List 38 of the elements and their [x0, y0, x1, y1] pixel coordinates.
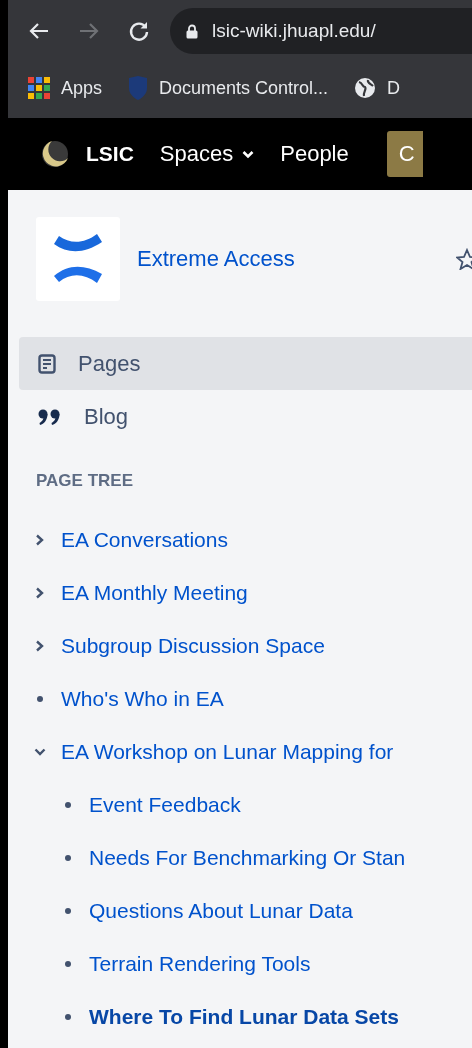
space-logo[interactable]	[36, 217, 120, 301]
apps-grid-icon	[28, 77, 50, 99]
quote-icon	[38, 407, 62, 426]
shield-icon	[128, 76, 149, 100]
page-tree-link[interactable]: Event Feedback	[89, 792, 241, 817]
space-title[interactable]: Extreme Access	[137, 246, 295, 272]
bookmark[interactable]: Apps	[28, 77, 103, 99]
chevron-right-icon[interactable]	[34, 639, 46, 652]
page-tree-link[interactable]: Terrain Rendering Tools	[89, 951, 311, 976]
caret-icon	[242, 149, 255, 159]
moon-logo-icon[interactable]	[40, 139, 70, 169]
chevron-right-icon[interactable]	[34, 586, 46, 599]
back-arrow-icon[interactable]	[28, 21, 50, 41]
page-tree-link[interactable]: Subgroup Discussion Space	[61, 633, 325, 658]
bookmark[interactable]: Documents Control...	[128, 76, 329, 100]
address-bar[interactable]: lsic-wiki.jhuapl.edu/	[170, 8, 472, 54]
page-tree-link[interactable]: Needs For Benchmarking Or Stan	[89, 845, 406, 870]
page-tree-link[interactable]: Questions About Lunar Data	[89, 898, 353, 923]
url-text: lsic-wiki.jhuapl.edu/	[212, 20, 376, 42]
page-tree-link[interactable]: EA Conversations	[61, 527, 228, 552]
brand-name[interactable]: LSIC	[86, 142, 134, 166]
bookmark[interactable]: D	[354, 77, 401, 99]
spaces-menu[interactable]: Spaces	[159, 141, 255, 167]
sidebar-item[interactable]: Pages	[19, 337, 472, 390]
document-icon	[38, 353, 56, 374]
chevron-right-icon[interactable]	[34, 533, 46, 546]
sidebar-item[interactable]: Blog	[19, 390, 472, 443]
page-tree-link[interactable]: EA Monthly Meeting	[61, 580, 248, 605]
page-tree-link[interactable]: EA Workshop on Lunar Mapping for	[61, 739, 394, 764]
nav-link[interactable]: People	[280, 141, 349, 167]
page-tree-link[interactable]: Who's Who in EA	[61, 686, 224, 711]
star-icon[interactable]	[456, 248, 472, 270]
reload-icon[interactable]	[128, 20, 150, 42]
lock-icon	[186, 23, 198, 39]
forward-arrow-icon[interactable]	[78, 21, 100, 41]
create-button[interactable]: C	[386, 131, 423, 177]
page-tree-link[interactable]: Where To Find Lunar Data Sets	[89, 1004, 399, 1029]
section-heading: PAGE TREE	[36, 471, 134, 491]
